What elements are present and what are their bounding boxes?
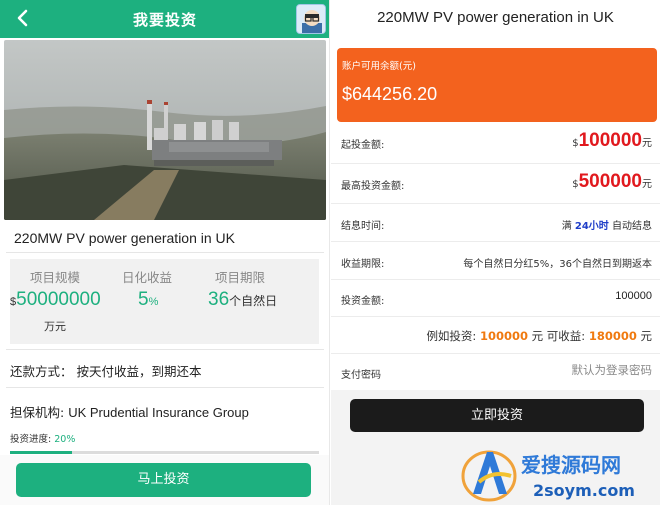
payment-password-label: 支付密码 bbox=[341, 370, 381, 381]
daily-return-value: 5% bbox=[138, 289, 158, 311]
watermark-en: 2soym.com bbox=[533, 481, 635, 500]
max-invest-label: 最高投资金额: bbox=[341, 181, 405, 192]
invest-amount-input[interactable] bbox=[512, 290, 652, 302]
example-prefix: 例如投资: bbox=[426, 329, 477, 343]
income-term-row: 收益期限: 每个自然日分红5%，36个自然日到期返本 bbox=[331, 242, 660, 280]
invest-form-panel: 220MW PV power generation in UK 账户可用余额(元… bbox=[331, 0, 660, 505]
payment-password-row: 支付密码 bbox=[331, 354, 660, 390]
progress-label: 投资进度: bbox=[10, 434, 52, 445]
project-photo bbox=[4, 40, 326, 220]
guarantor-label: 担保机构: bbox=[10, 405, 65, 420]
page-title: 我要投资 bbox=[132, 11, 197, 29]
divider bbox=[6, 252, 324, 253]
settlement-highlight: 24小时 bbox=[574, 221, 609, 232]
avatar-icon[interactable] bbox=[296, 4, 326, 34]
example-row: 例如投资: 100000 元 可收益: 180000 元 bbox=[331, 317, 660, 354]
income-term-value: 每个自然日分红5%，36个自然日到期返本 bbox=[463, 259, 652, 270]
percent-unit: % bbox=[148, 296, 159, 308]
project-stats-panel: 项目规模 日化收益 项目期限 $50000000 万元 5% 36个自然日 bbox=[10, 259, 319, 344]
settlement-prefix: 满 bbox=[561, 221, 572, 232]
progress-text: 投资进度: 20% bbox=[10, 431, 75, 445]
guarantor-value: UK Prudential Insurance Group bbox=[68, 405, 249, 420]
settlement-row: 结息时间: 满 24小时 自动结息 bbox=[331, 204, 660, 242]
invest-amount-label: 投资金额: bbox=[341, 296, 385, 307]
settlement-value: 满 24小时 自动结息 bbox=[562, 217, 652, 232]
max-invest-value: $500000元 bbox=[572, 171, 652, 193]
invest-now-button[interactable]: 马上投资 bbox=[16, 463, 311, 497]
min-invest-number: 100000 bbox=[578, 130, 642, 151]
example-invest: 100000 bbox=[479, 329, 528, 343]
daily-return-number: 5 bbox=[138, 289, 149, 310]
example-text: 例如投资: 100000 元 可收益: 180000 元 bbox=[426, 328, 652, 344]
project-title: 220MW PV power generation in UK bbox=[377, 9, 614, 26]
progress-bar bbox=[10, 451, 319, 454]
divider bbox=[6, 349, 324, 350]
min-invest-label: 起投金额: bbox=[341, 140, 385, 151]
repayment-method: 还款方式： 按天付收益，到期还本 bbox=[10, 364, 202, 379]
max-invest-row: 最高投资金额: $500000元 bbox=[331, 164, 660, 204]
confirm-invest-button[interactable]: 立即投资 bbox=[350, 399, 644, 432]
min-invest-row: 起投金额: $100000元 bbox=[331, 124, 660, 164]
example-mid: 元 可收益: bbox=[531, 329, 586, 343]
bottom-action-bar: 马上投资 bbox=[0, 455, 329, 505]
divider bbox=[6, 387, 324, 388]
term-number: 36 bbox=[208, 289, 230, 310]
guarantor: 担保机构: UK Prudential Insurance Group bbox=[10, 402, 249, 421]
settlement-suffix: 自动结息 bbox=[612, 221, 652, 232]
settlement-label: 结息时间: bbox=[341, 221, 385, 232]
income-term-label: 收益期限: bbox=[341, 259, 385, 270]
progress-value: 20% bbox=[54, 434, 76, 445]
top-bar: 我要投资 bbox=[0, 0, 329, 38]
invest-amount-row: 投资金额: bbox=[331, 280, 660, 317]
watermark-logo: 爱搜源码网 2soym.com bbox=[459, 440, 659, 504]
min-invest-value: $100000元 bbox=[572, 130, 652, 152]
progress-bar-fill bbox=[10, 451, 72, 454]
max-invest-number: 500000 bbox=[578, 171, 642, 192]
app-root: 我要投资 220MW PV power generation in UK 项目规… bbox=[0, 0, 660, 505]
project-name: 220MW PV power generation in UK bbox=[14, 230, 235, 246]
daily-return-label: 日化收益 bbox=[122, 270, 173, 285]
example-unit: 元 bbox=[640, 329, 653, 343]
balance-card: 账户可用余额(元) $644256.20 bbox=[337, 48, 657, 122]
yuan-unit: 元 bbox=[642, 179, 652, 190]
yuan-unit: 元 bbox=[642, 138, 652, 149]
scale-label: 项目规模 bbox=[30, 270, 81, 285]
term-unit: 个自然日 bbox=[229, 294, 278, 308]
scale-unit: 万元 bbox=[44, 320, 66, 333]
example-income: 180000 bbox=[588, 329, 637, 343]
watermark-cn: 爱搜源码网 bbox=[521, 453, 621, 477]
scale-value: $50000000 bbox=[10, 289, 101, 311]
term-value: 36个自然日 bbox=[208, 289, 277, 311]
term-label: 项目期限 bbox=[215, 270, 266, 285]
payment-password-input[interactable] bbox=[502, 363, 652, 377]
balance-value: $644256.20 bbox=[342, 84, 438, 104]
balance-label: 账户可用余额(元) bbox=[342, 61, 416, 72]
scale-number: 50000000 bbox=[16, 289, 101, 310]
project-detail-panel: 我要投资 220MW PV power generation in UK 项目规… bbox=[0, 0, 330, 505]
